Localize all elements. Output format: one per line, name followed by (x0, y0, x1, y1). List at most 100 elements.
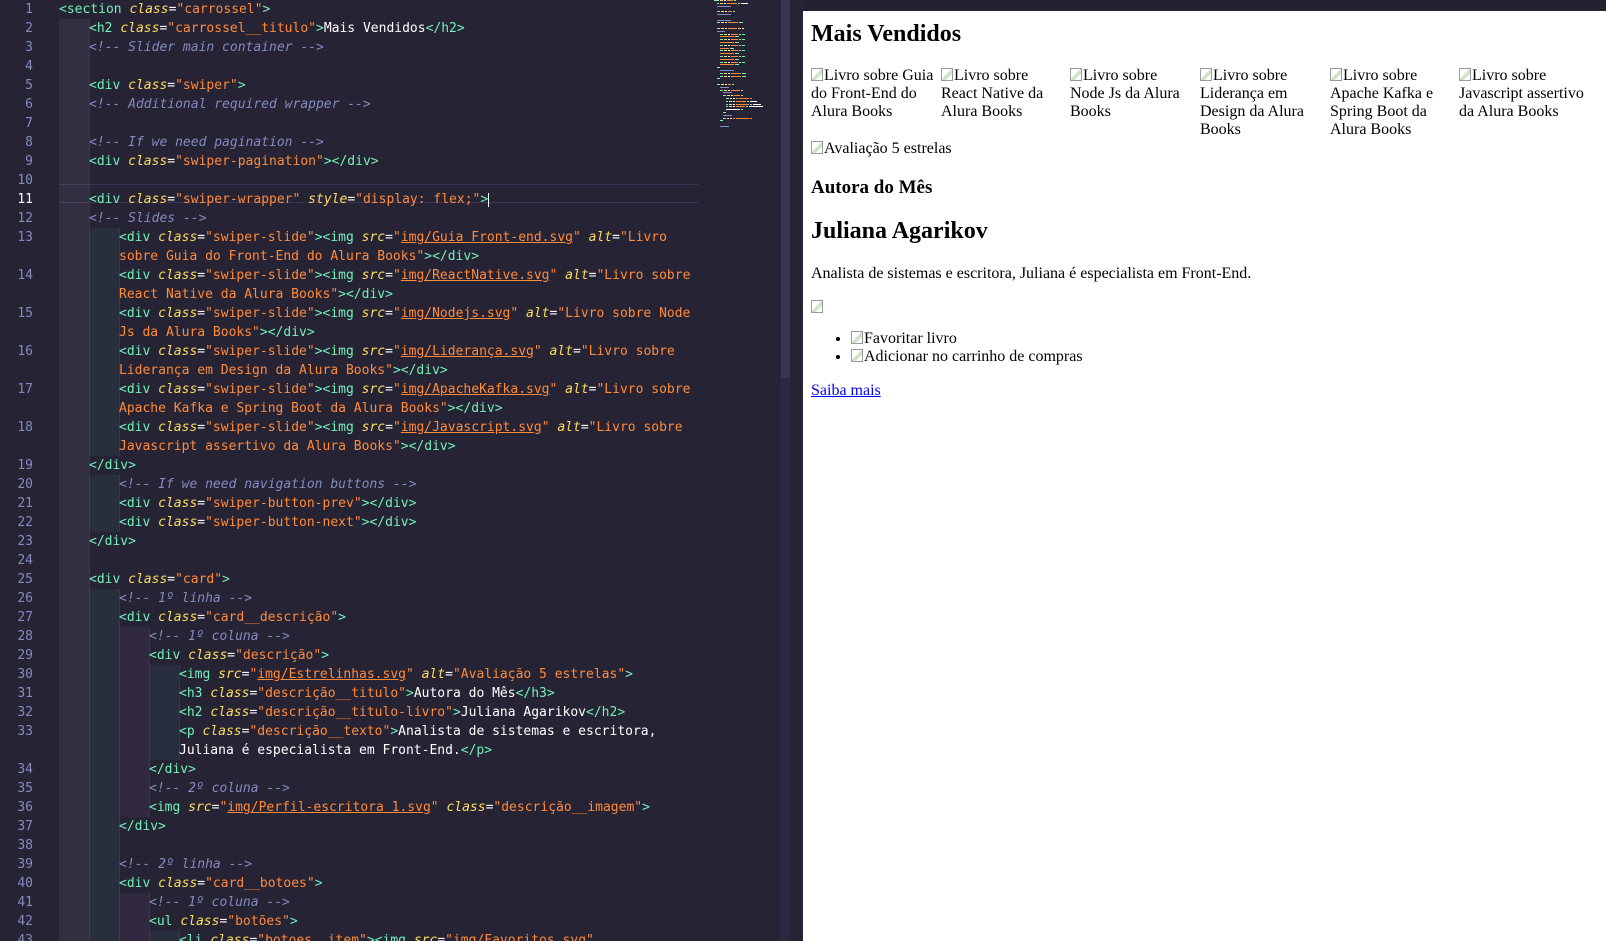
code-line[interactable]: <ul class="botões"> (149, 912, 298, 931)
code-token: alt (565, 268, 589, 283)
code-line[interactable]: <!-- 1º coluna --> (149, 893, 290, 912)
indent-guide (149, 722, 180, 741)
code-line[interactable]: <!-- Slider main container --> (89, 38, 324, 57)
code-line[interactable]: <!-- If we need pagination --> (89, 133, 324, 152)
indent-guide (59, 228, 90, 247)
code-line[interactable]: Js da Alura Books"></div> (119, 323, 315, 342)
code-line[interactable]: Juliana é especialista em Front-End.</p> (179, 741, 492, 760)
minimap-line (714, 0, 719, 1)
code-token: "swiper-slide" (205, 230, 315, 245)
code-line[interactable]: React Native da Alura Books"></div> (119, 285, 393, 304)
add-to-cart-button[interactable]: Adicionar no carrinho de compras (851, 348, 1083, 366)
swiper-slide[interactable]: Livro sobre React Native da Alura Books (941, 67, 1066, 121)
minimap-line (724, 33, 727, 35)
indent-guide (119, 646, 150, 665)
code-line[interactable]: <div class="card"> (89, 570, 230, 589)
code-line[interactable]: <img src="img/Estrelinhas.svg" alt="Aval… (179, 665, 633, 684)
code-token: "Livro sobre (580, 344, 675, 359)
code-line[interactable]: <!-- 1º coluna --> (149, 627, 290, 646)
code-token: alt (421, 667, 446, 682)
code-line[interactable]: <!-- Additional required wrapper --> (89, 95, 371, 114)
indent-guide (89, 779, 120, 798)
indent-guide (59, 76, 90, 95)
code-line[interactable]: <section class="carrossel"> (59, 0, 270, 19)
code-line[interactable]: </div> (89, 532, 136, 551)
code-token: class (446, 800, 486, 815)
code-line[interactable]: <!-- Slides --> (89, 209, 206, 228)
code-token: "descrição__titulo-livro" (257, 705, 453, 720)
code-token: " (549, 382, 566, 397)
minimap-line (735, 42, 739, 43)
code-line[interactable]: <div class="descrição"> (149, 646, 329, 665)
code-token: img/ReactNative.svg (400, 268, 550, 283)
editor-scrollbar-thumb[interactable] (781, 0, 790, 378)
minimap-line (727, 95, 730, 97)
code-token: Juliana é especialista em Front-End. (179, 743, 461, 758)
code-line[interactable]: <div class="swiper"> (89, 76, 246, 95)
swiper-slide[interactable]: Livro sobre Javascript assertivo da Alur… (1459, 67, 1584, 121)
code-line[interactable]: <!-- 1º linha --> (119, 589, 252, 608)
code-line[interactable]: <div class="swiper-button-next"></div> (119, 513, 416, 532)
code-line[interactable]: <div class="card__botoes"> (119, 874, 323, 893)
code-token: " (541, 420, 558, 435)
minimap-line (750, 117, 752, 119)
code-line[interactable]: sobre Guia do Front-End do Alura Books">… (119, 247, 479, 266)
code-token: src (361, 306, 386, 321)
swiper-slide[interactable]: Livro sobre Node Js da Alura Books (1070, 67, 1195, 121)
code-editor[interactable]: 1 2 3 4 5 6 7 8 9 10 11 12 13 14 15 16 17 18 19 20 21 22 23 24 2… (0, 0, 790, 941)
favorite-button[interactable]: Favoritar livro (851, 330, 1083, 348)
code-line[interactable]: Javascript assertivo da Alura Books"></d… (119, 437, 456, 456)
swiper-slide[interactable]: Livro sobre Guia do Front-End do Alura B… (811, 67, 936, 121)
code-line[interactable]: <img src="img/Perfil-escritora 1.svg" cl… (149, 798, 650, 817)
code-token: <!-- 2º coluna --> (149, 781, 290, 796)
code-line[interactable]: </div> (149, 760, 196, 779)
indent-guide (89, 437, 120, 456)
code-token: " (392, 230, 401, 245)
code-line[interactable]: <li class="botoes__item"><img src="img/F… (179, 931, 594, 941)
code-token: "botoes__item" (257, 933, 367, 941)
code-line[interactable]: Liderança em Design da Alura Books"></di… (119, 361, 448, 380)
code-line[interactable]: </div> (119, 817, 166, 836)
code-line[interactable]: <p class="descrição__texto">Analista de … (179, 722, 656, 741)
code-line[interactable]: <!-- 2º coluna --> (149, 779, 290, 798)
code-token: img/Nodejs.svg (400, 306, 511, 321)
code-line[interactable]: <div class="swiper-slide"><img src="img/… (119, 228, 667, 247)
code-line[interactable]: Apache Kafka e Spring Boot da Alura Book… (119, 399, 503, 418)
minimap[interactable] (714, 0, 780, 140)
code-line[interactable]: <h2 class="descrição__titulo-livro">Juli… (179, 703, 625, 722)
line-number: 26 (17, 591, 33, 606)
minimap-line (728, 89, 730, 91)
minimap-line (733, 11, 735, 13)
code-token: " (392, 268, 401, 283)
code-line[interactable]: <div class="swiper-button-prev"></div> (119, 494, 416, 513)
code-line[interactable]: <div class="swiper-slide"><img src="img/… (119, 266, 690, 285)
minimap-line (736, 100, 746, 102)
code-token: "swiper" (175, 78, 238, 93)
code-line[interactable]: <div class="swiper-slide"><img src="img/… (119, 304, 690, 323)
minimap-line (717, 84, 720, 85)
code-line[interactable]: <!-- If we need navigation buttons --> (119, 475, 416, 494)
code-line[interactable]: <div class="swiper-slide"><img src="img/… (119, 418, 683, 437)
code-token: class (128, 192, 168, 207)
code-line[interactable]: <!-- 2º linha --> (119, 855, 252, 874)
code-token: <ul (149, 914, 181, 929)
code-token: = (197, 515, 206, 530)
minimap-line (725, 11, 727, 13)
code-line[interactable]: <div class="card__descrição"> (119, 608, 346, 627)
code-line[interactable]: <div class="swiper-slide"><img src="img/… (119, 342, 675, 361)
minimap-line (742, 44, 745, 46)
indent-guide (59, 893, 90, 912)
code-line[interactable]: <h3 class="descrição__titulo">Autora do … (179, 684, 555, 703)
broken-image-icon (1459, 68, 1471, 81)
code-line[interactable]: <h2 class="carrossel__titulo">Mais Vendi… (89, 19, 465, 38)
code-area[interactable]: <section class="carrossel"> <h2 class="ca… (59, 0, 699, 941)
swiper-slide[interactable]: Livro sobre Liderança em Design da Alura… (1200, 67, 1325, 139)
saiba-mais-link[interactable]: Saiba mais (811, 382, 881, 400)
code-line[interactable]: <div class="swiper-slide"><img src="img/… (119, 380, 690, 399)
swiper-slide[interactable]: Livro sobre Apache Kafka e Spring Boot d… (1330, 67, 1455, 139)
code-line[interactable]: <div class="swiper-pagination"></div> (89, 152, 379, 171)
minimap-line (717, 22, 720, 24)
minimap-line (717, 19, 731, 21)
code-line[interactable]: </div> (89, 456, 136, 475)
code-line[interactable]: <div class="swiper-wrapper" style="displ… (89, 190, 490, 209)
